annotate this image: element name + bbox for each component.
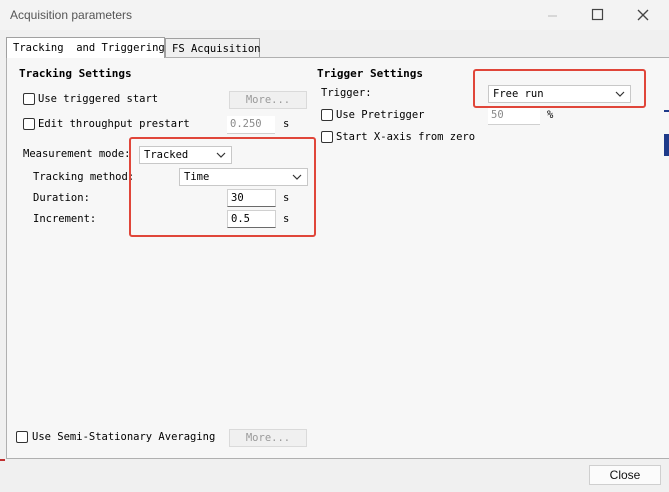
- throughput-unit: s: [283, 118, 290, 130]
- trigger-label: Trigger:: [321, 87, 372, 99]
- tab-fs-acquisition[interactable]: FS Acquisition: [165, 38, 261, 57]
- semi-stationary-label: Use Semi-Stationary Averaging: [32, 431, 216, 443]
- start-x-axis-label: Start X-axis from zero: [336, 131, 476, 143]
- duration-label: Duration:: [33, 192, 90, 204]
- tab-fs-label: FS Acquisition: [172, 43, 261, 55]
- throughput-prestart-input[interactable]: 0.250: [227, 116, 275, 134]
- tracking-settings-heading: Tracking Settings: [19, 67, 132, 80]
- highlight-trigger-box: [473, 69, 646, 108]
- edge-line: [664, 110, 669, 112]
- pretrigger-input[interactable]: 50: [488, 107, 540, 125]
- use-pretrigger-label: Use Pretrigger: [336, 109, 425, 121]
- edge-mark: [0, 459, 5, 461]
- tab-tracking-label: Tracking and Triggering: [13, 42, 165, 54]
- semi-stationary-more-button[interactable]: More...: [229, 429, 307, 447]
- minimize-button[interactable]: [543, 6, 563, 24]
- triggered-start-more-button[interactable]: More...: [229, 91, 307, 109]
- close-button[interactable]: Close: [589, 465, 661, 485]
- measurement-mode-label: Measurement mode:: [23, 148, 131, 160]
- minimize-icon: [548, 15, 557, 17]
- highlight-tracking-box: [129, 137, 316, 237]
- maximize-icon: [591, 8, 604, 21]
- start-x-axis-checkbox[interactable]: [321, 131, 333, 143]
- trigger-settings-heading: Trigger Settings: [317, 67, 423, 80]
- footer-bar: [0, 459, 669, 492]
- increment-label: Increment:: [33, 213, 97, 225]
- maximize-button[interactable]: [588, 6, 608, 24]
- tab-tracking-and-triggering[interactable]: Tracking and Triggering: [6, 37, 165, 58]
- edit-throughput-checkbox[interactable]: [23, 118, 35, 130]
- tracking-method-label: Tracking method:: [33, 171, 135, 183]
- semi-stationary-checkbox[interactable]: [16, 431, 28, 443]
- window-title: Acquisition parameters: [10, 8, 133, 22]
- edge-bar: [664, 134, 669, 156]
- edit-throughput-label: Edit throughput prestart: [38, 118, 190, 130]
- use-triggered-start-checkbox[interactable]: [23, 93, 35, 105]
- pretrigger-unit: %: [547, 109, 554, 121]
- use-triggered-start-label: Use triggered start: [38, 93, 159, 105]
- use-pretrigger-checkbox[interactable]: [321, 109, 333, 121]
- close-window-button[interactable]: [633, 6, 653, 24]
- close-icon: [637, 9, 649, 21]
